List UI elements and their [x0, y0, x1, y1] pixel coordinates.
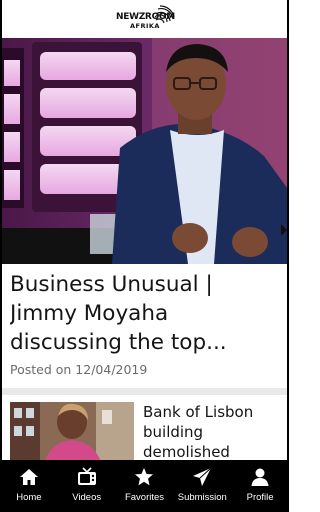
- nav-videos[interactable]: Videos: [58, 460, 116, 512]
- featured-posted-date: Posted on 12/04/2019: [10, 362, 148, 377]
- featured-video-thumbnail[interactable]: [2, 38, 287, 264]
- list-item[interactable]: Bank of Lisbon building demolished: [0, 396, 289, 464]
- nav-profile[interactable]: Profile: [231, 460, 289, 512]
- featured-title[interactable]: Business Unusual | Jimmy Moyaha discussi…: [10, 270, 278, 357]
- nav-favorites-label: Favorites: [124, 492, 165, 503]
- article-title[interactable]: Bank of Lisbon building demolished: [143, 402, 283, 462]
- tv-icon: [77, 467, 96, 485]
- logo-subtitle: AFRIKA: [130, 22, 160, 30]
- send-icon: [193, 467, 212, 486]
- logo-wordmark: NEWZROOM: [116, 12, 175, 22]
- nav-home[interactable]: Home: [0, 460, 58, 512]
- article-thumbnail[interactable]: [10, 402, 134, 464]
- app-logo[interactable]: NEWZROOM AFRIKA: [112, 4, 176, 36]
- nav-profile-label: Profile: [246, 492, 274, 503]
- nav-submission-label: Submission: [177, 492, 227, 503]
- nav-home-label: Home: [16, 492, 42, 503]
- star-icon: [135, 468, 154, 486]
- user-icon: [251, 468, 269, 486]
- nav-videos-label: Videos: [72, 492, 102, 503]
- home-icon: [19, 469, 38, 485]
- bottom-navigation: Home Videos Favorites Submission Profile: [0, 460, 289, 512]
- screen-edge-right: [287, 0, 289, 512]
- app-screen: NEWZROOM AFRIKA Business Unusual | Jimmy…: [0, 0, 289, 512]
- app-header: NEWZROOM AFRIKA: [0, 0, 289, 38]
- nav-submission[interactable]: Submission: [173, 460, 231, 512]
- section-divider: [0, 388, 289, 395]
- nav-favorites[interactable]: Favorites: [116, 460, 174, 512]
- screen-edge-left: [0, 0, 2, 512]
